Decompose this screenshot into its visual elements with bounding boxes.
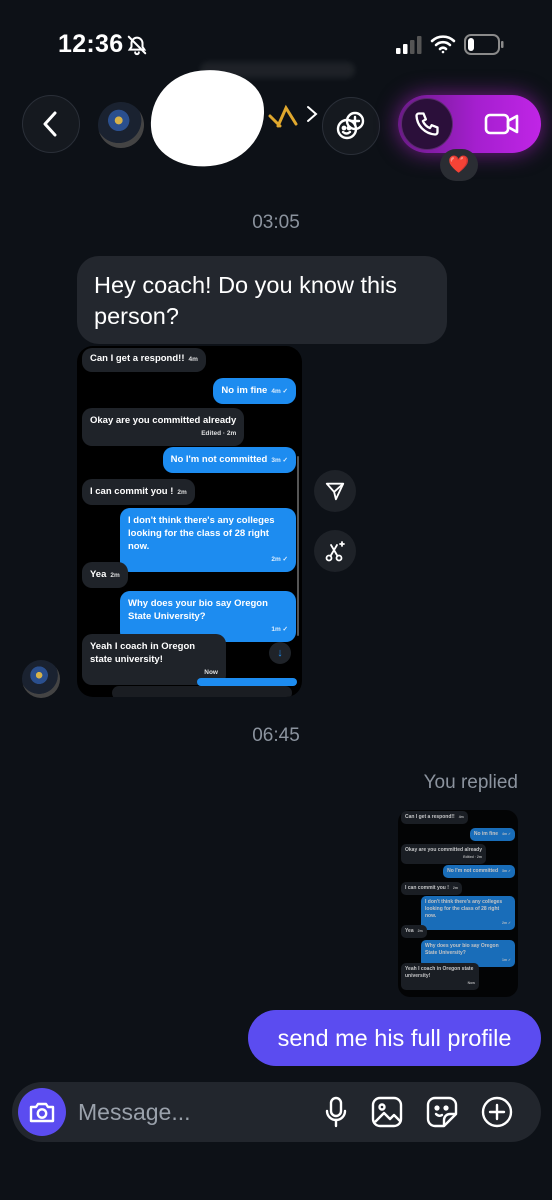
signal-icon [396,36,422,54]
wifi-icon [430,35,456,54]
share-icon [325,482,345,501]
timestamp-first: 03:05 [252,212,300,233]
sender-avatar[interactable] [22,660,60,698]
shared-screenshot[interactable]: Can I get a respond!! 4m No im fine 4m ✓ O… [77,346,302,697]
reaction-heart-badge[interactable]: ❤️ [440,149,478,181]
shot-composer [112,686,292,697]
you-replied-label: You replied [423,772,518,793]
outgoing-message-bubble[interactable]: send me his full profile [248,1010,541,1066]
phone-icon [415,112,439,136]
shot-scroll-down-icon: ↓ [269,642,291,664]
battery-icon [464,34,504,55]
camera-button[interactable] [18,1088,66,1136]
camera-icon [29,1102,55,1123]
effects-button[interactable] [322,97,380,155]
shot-partial-bubble [197,678,297,686]
gallery-button[interactable] [369,1094,405,1130]
shot-message: I can commit you ! 2m [82,479,195,505]
redacted-contact-name-scribble [170,96,252,152]
plus-icon [481,1096,513,1128]
contact-avatar[interactable] [98,102,144,148]
preview-message: No im fine 4m ✓ [469,828,515,841]
preview-message: Okay are you committed already Edited · 2… [401,844,486,864]
back-chevron-icon [43,111,57,137]
image-icon [371,1096,403,1128]
share-button[interactable] [314,470,356,512]
status-time: 12:36 [58,30,124,58]
shot-message: I don't think there's any colleges looki… [120,508,296,572]
shot-message: Yea 2m [82,562,128,588]
shot-message: No I'm not committed 3m ✓ [162,447,296,473]
name-scribble-tail [268,104,298,128]
shot-message: Okay are you committed already Edited · 2… [82,408,245,446]
preview-message: No I'm not committed 3m ✓ [443,865,515,878]
preview-message: Can I get a respond!! 4m [401,811,468,824]
effects-icon [336,111,365,140]
video-call-button[interactable] [476,98,528,150]
voice-call-button[interactable] [401,98,453,150]
preview-message: Yea 2m [401,925,427,938]
back-button[interactable] [22,95,80,153]
shot-scrollbar [297,456,299,636]
sticker-button[interactable] [424,1094,460,1130]
chevron-right-icon[interactable] [304,104,320,124]
sticker-icon [426,1096,458,1128]
message-input[interactable] [78,1096,298,1128]
preview-message: I can commit you ! 2m [401,882,462,895]
preview-message: I don't think there's any colleges looki… [421,896,515,930]
video-icon [484,113,519,135]
bell-slash-icon [127,35,147,56]
more-options-button[interactable] [479,1094,515,1130]
mic-icon [325,1096,347,1128]
voice-message-button[interactable] [318,1094,354,1130]
shot-message: Can I get a respond!! 4m [82,348,206,372]
incoming-message-bubble[interactable]: Hey coach! Do you know this person? [77,256,447,344]
replied-screenshot-preview[interactable]: Can I get a respond!! 4m No im fine 4m ✓ O… [398,810,518,997]
preview-message: Yeah I coach in Oregon state university!… [401,963,479,990]
shot-message: No im fine 4m ✓ [213,378,296,404]
ai-edit-button[interactable] [314,530,356,572]
magic-icon [325,541,345,562]
timestamp-second: 06:45 [252,725,300,746]
